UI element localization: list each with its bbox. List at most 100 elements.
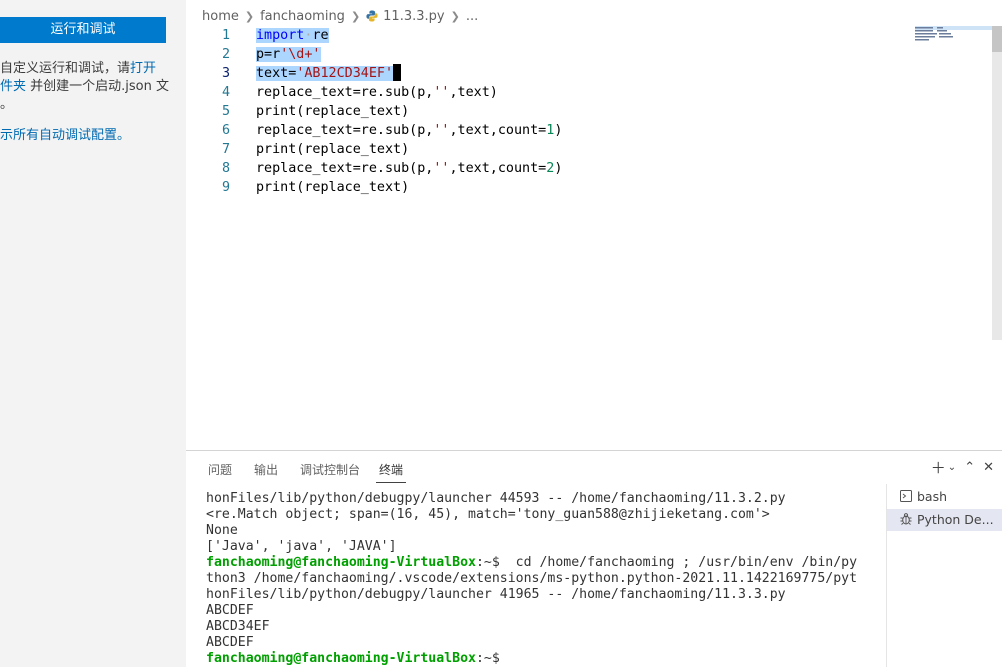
code-token: '' <box>433 161 450 176</box>
tab-debug-console[interactable]: 调试控制台 <box>300 461 360 478</box>
line-number: 4 <box>221 85 230 100</box>
terminal-instance-python-debug[interactable]: Python De... <box>887 509 1002 531</box>
close-icon[interactable]: ✕ <box>983 460 994 476</box>
terminal-line: fanchaoming@fanchaoming-VirtualBox:~$ cd… <box>206 555 886 571</box>
line-number: 6 <box>221 123 230 138</box>
terminal-line: honFiles/lib/python/debugpy/launcher 445… <box>206 491 886 507</box>
code-text: print(replace_text) <box>256 102 409 121</box>
code-token: 'AB12CD34EF' <box>296 66 394 81</box>
code-line[interactable]: 8 replace_text=re.sub(p,'',text,count=2) <box>186 159 916 178</box>
code-text: replace_text=re.sub(p,'',text) <box>256 83 498 102</box>
maximize-panel-icon[interactable]: ⌃ <box>964 460 975 476</box>
minimap-preview <box>915 27 953 41</box>
code-line[interactable]: 7 print(replace_text) <box>186 140 916 159</box>
terminal-instances-list: bash Python De... <box>886 484 1002 667</box>
prompt-user: fanchaoming@fanchaoming-VirtualBox <box>206 555 476 570</box>
breadcrumb-more[interactable]: ... <box>466 9 478 24</box>
show-all-configs-link[interactable]: 示所有自动调试配置。 <box>0 124 130 143</box>
code-text: print(replace_text) <box>256 178 409 197</box>
code-text: replace_text=re.sub(p,'',text,count=2) <box>256 159 562 178</box>
terminal-text: ABCDEF <box>206 603 254 618</box>
terminal-line: honFiles/lib/python/debugpy/launcher 419… <box>206 587 886 603</box>
code-text: import·re <box>256 26 329 45</box>
terminal-line: thon3 /home/fanchaoming/.vscode/extensio… <box>206 571 886 587</box>
run-debug-sidebar: 运行和调试 自定义运行和调试，请打开 件夹 并创建一个启动.json 文 。 示… <box>0 0 186 667</box>
breadcrumb: home ❯ fanchaoming ❯ 11.3.3.py ❯ ... <box>202 7 478 25</box>
terminal-line: fanchaoming@fanchaoming-VirtualBox:~$ <box>206 651 886 667</box>
open-folder-link-cont[interactable]: 件夹 <box>0 79 26 94</box>
text-cursor <box>393 64 402 81</box>
code-line[interactable]: 2 p=r'\d+' <box>186 45 916 64</box>
code-token: text= <box>256 66 297 81</box>
code-token: p=r <box>256 47 281 62</box>
terminal-text: ABCD34EF <box>206 619 270 634</box>
terminal-text: thon3 /home/fanchaoming/.vscode/extensio… <box>206 571 858 586</box>
code-line[interactable]: 4 replace_text=re.sub(p,'',text) <box>186 83 916 102</box>
chevron-right-icon: ❯ <box>350 9 361 23</box>
line-number: 3 <box>221 66 230 81</box>
sidebar-hint-line-3: 。 <box>0 97 14 112</box>
code-token: ) <box>554 123 563 138</box>
code-token: print(replace_text) <box>256 180 410 195</box>
sidebar-hint-line-2: 件夹 并创建一个启动.json 文 <box>0 75 169 94</box>
breadcrumb-file[interactable]: 11.3.3.py <box>383 9 444 24</box>
python-file-icon <box>366 10 378 22</box>
code-lines[interactable]: 1 import·re 2 p=r'\d+' 3 text='AB12CD34EF' 4 re… <box>186 26 916 197</box>
code-token: ) <box>554 161 563 176</box>
terminal-line: ['Java', 'java', 'JAVA'] <box>206 539 886 555</box>
sidebar-hint-text-1: 自定义运行和调试，请 <box>0 61 131 76</box>
terminal-text: :~$ <box>475 651 500 666</box>
line-number: 8 <box>221 161 230 176</box>
line-number: 2 <box>221 47 230 62</box>
code-token: replace_text=re.sub(p, <box>256 85 434 100</box>
code-token: ,text,count= <box>449 123 547 138</box>
terminal-line: <re.Match object; span=(16, 45), match='… <box>206 507 886 523</box>
terminal-text: ['Java', 'java', 'JAVA'] <box>206 539 397 554</box>
code-token: replace_text=re.sub(p, <box>256 161 434 176</box>
code-token: print(replace_text) <box>256 104 410 119</box>
open-folder-link[interactable]: 打开 <box>130 61 156 76</box>
code-text: print(replace_text) <box>256 140 409 159</box>
line-number: 1 <box>221 28 230 43</box>
code-text: p=r'\d+' <box>256 45 321 64</box>
chevron-down-icon[interactable]: ⌄ <box>948 460 956 476</box>
code-token: ,text,count= <box>449 161 547 176</box>
breadcrumb-folder[interactable]: fanchaoming <box>260 9 345 24</box>
terminal-output[interactable]: honFiles/lib/python/debugpy/launcher 445… <box>206 491 886 667</box>
line-number: 9 <box>221 180 230 195</box>
code-line[interactable]: 9 print(replace_text) <box>186 178 916 197</box>
editor-scrollbar-thumb[interactable] <box>992 26 1002 52</box>
terminal-line: ABCDEF <box>206 603 886 619</box>
run-and-debug-button[interactable]: 运行和调试 <box>0 17 166 43</box>
terminal-line: ABCDEF <box>206 635 886 651</box>
code-line[interactable]: 1 import·re <box>186 26 916 45</box>
editor-scrollbar[interactable] <box>992 26 1002 340</box>
terminal-line: ABCD34EF <box>206 619 886 635</box>
code-token: '\d+' <box>280 47 321 62</box>
breadcrumb-home[interactable]: home <box>202 9 239 24</box>
minimap[interactable] <box>915 26 993 42</box>
tab-problems[interactable]: 问题 <box>208 461 232 478</box>
code-token: re <box>312 28 329 43</box>
code-editor[interactable]: home ❯ fanchaoming ❯ 11.3.3.py ❯ ... 1 im… <box>186 0 1002 450</box>
terminal-instance-bash[interactable]: bash <box>887 486 1002 508</box>
code-line[interactable]: 6 replace_text=re.sub(p,'',text,count=1) <box>186 121 916 140</box>
terminal-text: <re.Match object; span=(16, 45), match='… <box>206 507 770 522</box>
panel-actions: ＋ ⌄ ⌃ ✕ <box>931 460 994 476</box>
tab-output[interactable]: 输出 <box>254 461 278 478</box>
line-number: 5 <box>221 104 230 119</box>
tab-terminal[interactable]: 终端 <box>379 461 403 478</box>
code-text: text='AB12CD34EF' <box>256 64 402 83</box>
prompt-user: fanchaoming@fanchaoming-VirtualBox <box>206 651 476 666</box>
bottom-panel: 问题 输出 调试控制台 终端 ＋ ⌄ ⌃ ✕ honFiles/lib/pyth… <box>186 450 1002 667</box>
chevron-right-icon: ❯ <box>450 9 460 23</box>
new-terminal-icon[interactable]: ＋ <box>931 460 946 476</box>
chevron-right-icon: ❯ <box>244 9 255 23</box>
code-token: replace_text=re.sub(p, <box>256 123 434 138</box>
code-line[interactable]: 3 text='AB12CD34EF' <box>186 64 916 83</box>
code-line[interactable]: 5 print(replace_text) <box>186 102 916 121</box>
sidebar-hint-text-2: 并创建一个启动.json 文 <box>26 79 169 94</box>
code-token: '' <box>433 123 450 138</box>
terminal-text: honFiles/lib/python/debugpy/launcher 419… <box>206 587 786 602</box>
code-token: import <box>256 28 305 43</box>
